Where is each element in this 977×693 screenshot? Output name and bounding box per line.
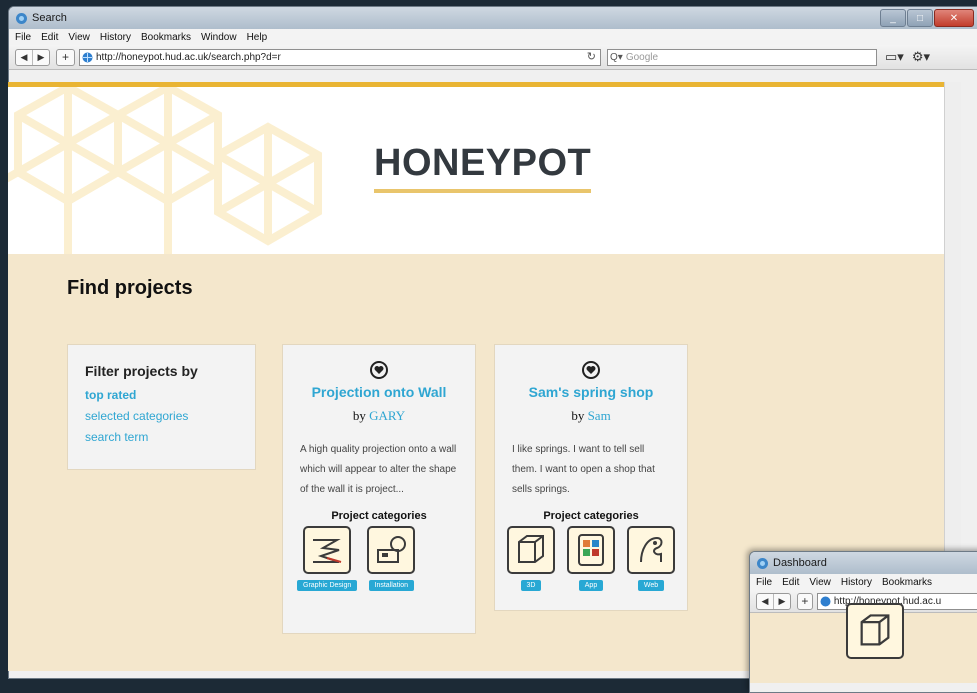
- project-title[interactable]: Sam's spring shop: [495, 384, 687, 400]
- back-forward-group: ◀ ▶: [15, 48, 50, 66]
- add-bookmark-button[interactable]: +: [56, 48, 75, 66]
- project-description: I like springs. I want to tell sell them…: [512, 444, 655, 495]
- category-label[interactable]: App: [578, 580, 604, 591]
- 3d-icon: [846, 603, 904, 659]
- close-button[interactable]: ✕: [934, 9, 974, 27]
- menu-help[interactable]: Help: [247, 32, 268, 43]
- project-title[interactable]: Projection onto Wall: [283, 384, 475, 400]
- category-item[interactable]: Graphic Design: [297, 526, 358, 591]
- title-bar[interactable]: Dashboard: [750, 552, 977, 574]
- 3d-icon: [507, 526, 555, 574]
- filter-search-term-link[interactable]: search term: [85, 427, 255, 448]
- forward-button[interactable]: ▶: [773, 593, 790, 609]
- menu-bar: File Edit View History Bookmarks Window …: [9, 29, 977, 45]
- by-label: by: [571, 408, 585, 423]
- category-item[interactable]: Web: [627, 526, 675, 591]
- filter-top-rated-link[interactable]: top rated: [85, 385, 255, 406]
- menu-window[interactable]: Window: [201, 32, 237, 43]
- author-link[interactable]: GARY: [369, 408, 405, 423]
- app-icon: [15, 12, 28, 25]
- globe-icon: [82, 52, 93, 63]
- dashboard-content: [750, 603, 977, 683]
- menu-bookmarks[interactable]: Bookmarks: [882, 577, 932, 588]
- menu-history[interactable]: History: [841, 577, 872, 588]
- site-logo[interactable]: HONEYPOT: [374, 142, 592, 193]
- window-title: Dashboard: [773, 557, 827, 569]
- category-list: 3D App Web: [495, 526, 687, 591]
- project-categories-heading: Project categories: [331, 510, 427, 522]
- maximize-button[interactable]: □: [907, 9, 933, 27]
- dashboard-window[interactable]: Dashboard File Edit View History Bookmar…: [749, 551, 977, 693]
- like-heart-icon[interactable]: [283, 360, 475, 380]
- project-byline: by Sam: [495, 408, 687, 424]
- menu-file[interactable]: File: [15, 32, 31, 43]
- page-menu-icon[interactable]: ▭▾: [885, 49, 904, 65]
- graphic-design-icon: [303, 526, 352, 574]
- search-input[interactable]: Q▾ Google: [607, 48, 877, 66]
- menu-view[interactable]: View: [809, 577, 831, 588]
- add-bookmark-button[interactable]: +: [797, 592, 813, 610]
- forward-button[interactable]: ▶: [32, 49, 49, 65]
- app-icon: [567, 526, 615, 574]
- back-button[interactable]: ◀: [757, 594, 773, 609]
- installation-icon: [367, 526, 416, 574]
- category-label[interactable]: Web: [637, 580, 665, 591]
- like-heart-icon[interactable]: [495, 360, 687, 380]
- project-card[interactable]: Sam's spring shop by Sam I like springs.…: [494, 344, 688, 611]
- page-title: Find projects: [67, 277, 193, 299]
- back-forward-group: ◀ ▶: [756, 592, 791, 610]
- minimize-button[interactable]: _: [880, 9, 906, 27]
- gear-icon[interactable]: ⚙▾: [912, 49, 930, 65]
- project-description: A high quality projection onto a wall wh…: [300, 444, 457, 495]
- filter-title: Filter projects by: [85, 363, 198, 379]
- nav-toolbar: ◀ ▶ + http://honeypot.hud.ac.uk/search.p…: [9, 45, 977, 70]
- category-label[interactable]: Graphic Design: [297, 580, 358, 591]
- project-byline: by GARY: [283, 408, 475, 424]
- category-item[interactable]: App: [567, 526, 615, 591]
- category-item[interactable]: 3D: [507, 526, 555, 591]
- address-bar[interactable]: http://honeypot.hud.ac.uk/search.php?d=r…: [79, 48, 601, 66]
- by-label: by: [352, 408, 366, 423]
- search-engine-icon[interactable]: Q▾: [610, 52, 623, 63]
- menu-bookmarks[interactable]: Bookmarks: [141, 32, 191, 43]
- window-title: Search: [32, 12, 67, 24]
- url-text: http://honeypot.hud.ac.uk/search.php?d=r: [96, 51, 281, 63]
- category-item[interactable]: Installation: [367, 526, 416, 591]
- filter-selected-categories-link[interactable]: selected categories: [85, 406, 255, 427]
- web-icon: [627, 526, 675, 574]
- category-list: Graphic Design Installation: [283, 526, 475, 591]
- hexagon-pattern-icon: [8, 87, 328, 254]
- search-placeholder: Google: [625, 51, 659, 63]
- menu-edit[interactable]: Edit: [782, 577, 799, 588]
- author-link[interactable]: Sam: [588, 408, 611, 423]
- category-label[interactable]: 3D: [520, 580, 542, 591]
- menu-history[interactable]: History: [100, 32, 131, 43]
- menu-file[interactable]: File: [756, 577, 772, 588]
- app-icon: [756, 557, 769, 570]
- category-label[interactable]: Installation: [368, 580, 414, 591]
- menu-bar: File Edit View History Bookmarks: [750, 574, 977, 590]
- reload-icon[interactable]: ↻: [587, 50, 596, 63]
- title-bar[interactable]: Search _ □ ✕: [9, 7, 977, 29]
- project-card[interactable]: Projection onto Wall by GARY A high qual…: [282, 344, 476, 634]
- site-header: HONEYPOT: [8, 87, 961, 254]
- back-button[interactable]: ◀: [16, 50, 32, 65]
- globe-icon: [820, 596, 831, 607]
- menu-view[interactable]: View: [68, 32, 90, 43]
- menu-edit[interactable]: Edit: [41, 32, 58, 43]
- project-categories-heading: Project categories: [543, 510, 639, 522]
- filter-panel: Filter projects by top rated selected ca…: [67, 344, 256, 470]
